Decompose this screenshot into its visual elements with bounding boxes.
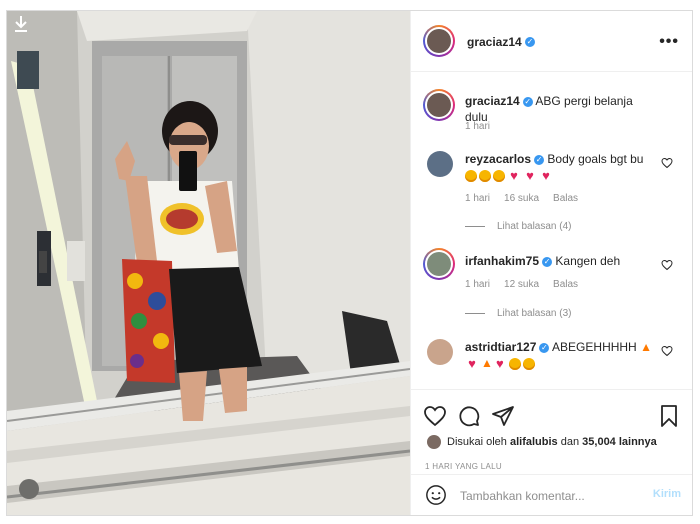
comment-1: reyzacarlos ✓ Body goals bgt bu ♥ ♥ ♥ (465, 151, 655, 183)
heart-eyes-emoji-icon (493, 169, 505, 182)
share-icon[interactable] (491, 404, 515, 428)
comment-input[interactable] (458, 485, 642, 507)
red-heart-emoji-icon: ♥ (496, 355, 504, 371)
post-timestamp: 1 HARI YANG LALU (425, 462, 502, 471)
heart-eyes-emoji-icon (465, 169, 477, 182)
comment-meta: 1 hari 16 suka Balas (465, 193, 592, 204)
reply-button[interactable]: Balas (553, 279, 578, 290)
red-heart-emoji-icon: ♥ (510, 167, 518, 183)
red-heart-emoji-icon: ♥ (468, 355, 476, 371)
fire-emoji-icon: ▲ (640, 340, 652, 354)
post-photo[interactable] (7, 11, 410, 515)
comment-likes[interactable]: 12 suka (504, 279, 539, 290)
verified-badge-icon: ✓ (525, 37, 535, 47)
post-header: graciaz14 ✓ ••• (411, 11, 692, 72)
instagram-post: graciaz14 ✓ ••• graciaz14 ✓ ABG pergi bel… (6, 10, 693, 516)
heart-eyes-emoji-icon (508, 357, 521, 370)
comment-avatar[interactable] (423, 248, 455, 280)
comment-like-heart-icon[interactable] (661, 157, 673, 169)
post-details-panel: graciaz14 ✓ ••• graciaz14 ✓ ABG pergi bel… (410, 11, 692, 515)
caption-time: 1 hari (465, 121, 491, 132)
verified-badge-icon: ✓ (539, 342, 550, 353)
comment-username[interactable]: astridtiar127 (465, 340, 536, 354)
more-options-icon[interactable]: ••• (659, 33, 679, 51)
comment-text: Body goals bgt bu (547, 152, 644, 166)
bookmark-icon[interactable] (657, 404, 681, 428)
emoji-icon[interactable] (425, 484, 447, 506)
comment-like-heart-icon[interactable] (661, 259, 673, 271)
heart-eyes-emoji-icon (479, 169, 491, 182)
comment-meta: 1 hari 12 suka Balas (465, 279, 592, 290)
comment-username[interactable]: reyzacarlos (465, 152, 531, 166)
author-avatar[interactable] (423, 25, 455, 57)
comment-composer: Kirim (411, 474, 692, 515)
comment-like-heart-icon[interactable] (661, 345, 673, 357)
author-username[interactable]: graciaz14 (467, 35, 522, 49)
comment-text: Kangen deh (555, 254, 621, 268)
comment-3: astridtiar127 ✓ ABEGEHHHHH ▲ ♥ ▲ ♥ (465, 339, 655, 371)
view-replies-button[interactable]: Lihat balasan (4) (465, 221, 572, 232)
download-icon[interactable] (13, 15, 29, 33)
red-heart-emoji-icon: ♥ (542, 167, 550, 183)
caption: graciaz14 ✓ ABG pergi belanja dulu (465, 93, 655, 125)
send-button[interactable]: Kirim (653, 488, 681, 500)
comment-likes[interactable]: 16 suka (504, 193, 539, 204)
verified-badge-icon: ✓ (522, 96, 533, 107)
heart-eyes-emoji-icon (522, 357, 535, 370)
fire-emoji-icon: ▲ (481, 356, 493, 370)
comment-text: ABEGEHHHHH (552, 340, 637, 354)
verified-badge-icon: ✓ (542, 256, 553, 267)
verified-badge-icon: ✓ (534, 154, 545, 165)
comment-username[interactable]: irfanhakim75 (465, 254, 539, 268)
comment-2: irfanhakim75 ✓ Kangen deh (465, 253, 655, 269)
comment-avatar[interactable] (427, 339, 453, 365)
red-heart-emoji-icon: ♥ (526, 167, 534, 183)
elevator-selfie-image (7, 11, 410, 515)
view-replies-button[interactable]: Lihat balasan (3) (465, 308, 572, 319)
comment-time: 1 hari (465, 193, 491, 204)
reply-button[interactable]: Balas (553, 193, 578, 204)
caption-username[interactable]: graciaz14 (465, 94, 520, 108)
comment-avatar[interactable] (427, 151, 453, 177)
likes-summary[interactable]: Disukai oleh alifalubis dan 35,004 lainn… (447, 436, 657, 448)
like-heart-icon[interactable] (423, 404, 447, 428)
comment-time: 1 hari (465, 279, 491, 290)
caption-avatar[interactable] (423, 89, 455, 121)
liker-avatar[interactable] (427, 435, 441, 449)
comment-icon[interactable] (457, 404, 481, 428)
